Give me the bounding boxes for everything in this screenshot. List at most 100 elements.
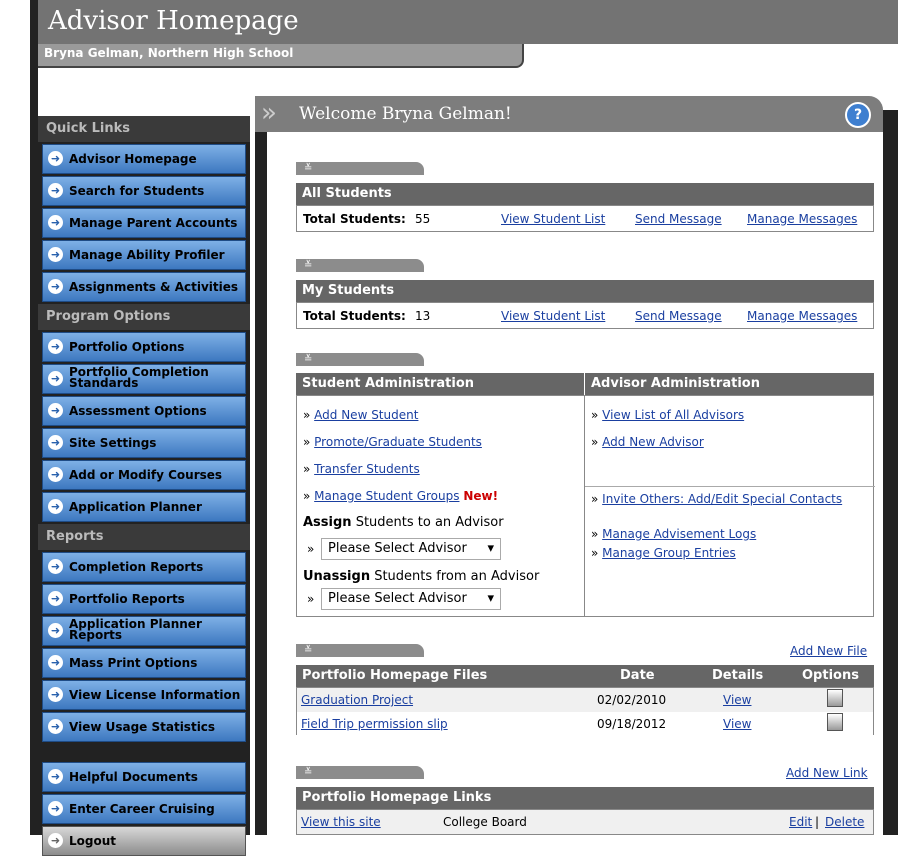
sidebar-item-assessment-options[interactable]: ➜ Assessment Options — [42, 396, 246, 426]
admin-panel: » Add New Student » Promote/Graduate Stu… — [296, 395, 875, 617]
file-name-link[interactable]: Graduation Project — [301, 689, 413, 711]
site-link[interactable]: View this site — [301, 811, 381, 833]
add-advisor-item[interactable]: » Add New Advisor — [591, 431, 704, 453]
sidebar-item-application-planner[interactable]: ➜ Application Planner — [42, 492, 246, 522]
file-name-link[interactable]: Field Trip permission slip — [301, 713, 448, 735]
invite-others-link[interactable]: Invite Others: Add/Edit Special Contacts — [602, 492, 842, 506]
unassign-label: Unassign Students from an Advisor — [303, 569, 540, 584]
arrow-icon: ➜ — [48, 559, 63, 574]
arrow-icon: ➜ — [48, 623, 63, 638]
promote-graduate-link[interactable]: Promote/Graduate Students — [314, 435, 482, 449]
arrow-icon: ➜ — [48, 655, 63, 670]
group-entries-item[interactable]: » Manage Group Entries — [591, 546, 736, 568]
manage-student-groups-link[interactable]: Manage Student Groups — [314, 489, 459, 503]
sidebar-item-portfolio-completion-standards[interactable]: ➜ Portfolio Completion Standards — [42, 364, 246, 394]
delete-link[interactable]: Delete — [825, 811, 864, 833]
arrow-icon: ➜ — [48, 801, 63, 816]
bullet-icon: » — [307, 542, 315, 556]
arrow-icon: ➜ — [48, 435, 63, 450]
manage-groups-item[interactable]: » Manage Student Groups New! — [303, 485, 498, 507]
manage-messages-link[interactable]: Manage Messages — [747, 208, 857, 230]
file-view-link[interactable]: View — [723, 713, 751, 735]
add-new-advisor-link[interactable]: Add New Advisor — [602, 435, 704, 449]
assign-advisor-select[interactable]: Please Select Advisor ▾ — [321, 538, 501, 560]
collapse-tab-icon[interactable]: ≚ — [296, 259, 424, 272]
trash-icon[interactable] — [827, 713, 843, 735]
files-table: Graduation Project 02/02/2010 View Field… — [296, 687, 874, 736]
manage-messages-link[interactable]: Manage Messages — [747, 305, 857, 327]
main-left-border — [255, 132, 267, 835]
table-row: View this site College Board Edit | Dele… — [297, 810, 873, 834]
help-icon[interactable]: ? — [845, 102, 871, 128]
link-label: College Board — [443, 815, 527, 829]
arrow-icon: ➜ — [48, 833, 63, 848]
manage-group-entries-link[interactable]: Manage Group Entries — [602, 546, 736, 560]
view-all-advisors-link[interactable]: View List of All Advisors — [602, 408, 744, 422]
subtitle-bar: Bryna Gelman, Northern High School — [38, 44, 524, 68]
all-students-panel: Total Students: 55 View Student List Sen… — [296, 205, 874, 232]
sidebar-section-quick-links: Quick Links — [38, 116, 250, 142]
files-col-details: Details — [712, 668, 764, 683]
arrow-icon: ➜ — [48, 499, 63, 514]
links-table: View this site College Board Edit | Dele… — [296, 809, 874, 835]
collapse-tab-icon[interactable]: ≚ — [296, 644, 424, 657]
view-student-list-link[interactable]: View Student List — [501, 305, 605, 327]
sidebar-item-advisor-homepage[interactable]: ➜ Advisor Homepage — [42, 144, 246, 174]
transfer-students-link[interactable]: Transfer Students — [314, 462, 420, 476]
invite-others-item[interactable]: » Invite Others: Add/Edit Special Contac… — [591, 492, 861, 514]
send-message-link[interactable]: Send Message — [635, 305, 722, 327]
chevron-icon: » — [261, 98, 277, 128]
new-badge: New! — [463, 489, 499, 503]
sidebar-item-site-settings[interactable]: ➜ Site Settings — [42, 428, 246, 458]
files-col-date: Date — [620, 668, 655, 683]
collapse-tab-icon[interactable]: ≚ — [296, 766, 424, 779]
arrow-icon: ➜ — [48, 183, 63, 198]
arrow-icon: ➜ — [48, 403, 63, 418]
sidebar-item-view-license-information[interactable]: ➜ View License Information — [42, 680, 246, 710]
add-new-student-item[interactable]: » Add New Student — [303, 404, 418, 426]
promote-students-item[interactable]: » Promote/Graduate Students — [303, 431, 482, 453]
sidebar-item-completion-reports[interactable]: ➜ Completion Reports — [42, 552, 246, 582]
arrow-icon: ➜ — [48, 467, 63, 482]
my-students-panel: Total Students: 13 View Student List Sen… — [296, 302, 874, 329]
files-col-options: Options — [802, 668, 859, 683]
page-subtitle: Bryna Gelman, Northern High School — [44, 46, 294, 60]
arrow-icon: ➜ — [48, 279, 63, 294]
arrow-icon: ➜ — [48, 247, 63, 262]
arrow-icon: ➜ — [48, 215, 63, 230]
collapse-tab-icon[interactable]: ≚ — [296, 353, 424, 366]
send-message-link[interactable]: Send Message — [635, 208, 722, 230]
sidebar-item-portfolio-reports[interactable]: ➜ Portfolio Reports — [42, 584, 246, 614]
bullet-icon: » — [307, 592, 315, 606]
manage-advisement-logs-link[interactable]: Manage Advisement Logs — [602, 527, 756, 541]
sidebar-item-enter-career-cruising[interactable]: ➜ Enter Career Cruising — [42, 794, 246, 824]
files-header-row: Portfolio Homepage Files Date Details Op… — [296, 665, 874, 687]
sidebar-item-assignments-activities[interactable]: ➜ Assignments & Activities — [42, 272, 246, 302]
trash-icon[interactable] — [827, 689, 843, 711]
page-title: Advisor Homepage — [48, 6, 299, 36]
sidebar-item-search-students[interactable]: ➜ Search for Students — [42, 176, 246, 206]
logout-button[interactable]: ➜ Logout — [42, 826, 246, 856]
sidebar-item-view-usage-statistics[interactable]: ➜ View Usage Statistics — [42, 712, 246, 742]
arrow-icon: ➜ — [48, 769, 63, 784]
add-new-file-link[interactable]: Add New File — [790, 640, 867, 662]
transfer-students-item[interactable]: » Transfer Students — [303, 458, 420, 480]
sidebar-item-add-modify-courses[interactable]: ➜ Add or Modify Courses — [42, 460, 246, 490]
table-row: Graduation Project 02/02/2010 View — [297, 688, 873, 712]
unassign-advisor-select[interactable]: Please Select Advisor ▾ — [321, 588, 501, 610]
file-view-link[interactable]: View — [723, 689, 751, 711]
sidebar-item-helpful-documents[interactable]: ➜ Helpful Documents — [42, 762, 246, 792]
assign-label: Assign Students to an Advisor — [303, 515, 504, 530]
sidebar-item-application-planner-reports[interactable]: ➜ Application Planner Reports — [42, 616, 246, 646]
sidebar-item-mass-print-options[interactable]: ➜ Mass Print Options — [42, 648, 246, 678]
view-advisors-item[interactable]: » View List of All Advisors — [591, 404, 744, 426]
add-new-link-link[interactable]: Add New Link — [786, 762, 868, 784]
view-student-list-link[interactable]: View Student List — [501, 208, 605, 230]
sidebar-item-manage-parent-accounts[interactable]: ➜ Manage Parent Accounts — [42, 208, 246, 238]
edit-link[interactable]: Edit — [789, 811, 812, 833]
sidebar-item-manage-ability-profiler[interactable]: ➜ Manage Ability Profiler — [42, 240, 246, 270]
collapse-tab-icon[interactable]: ≚ — [296, 162, 424, 175]
arrow-icon: ➜ — [48, 371, 63, 386]
add-new-student-link[interactable]: Add New Student — [314, 408, 418, 422]
sidebar-item-portfolio-options[interactable]: ➜ Portfolio Options — [42, 332, 246, 362]
